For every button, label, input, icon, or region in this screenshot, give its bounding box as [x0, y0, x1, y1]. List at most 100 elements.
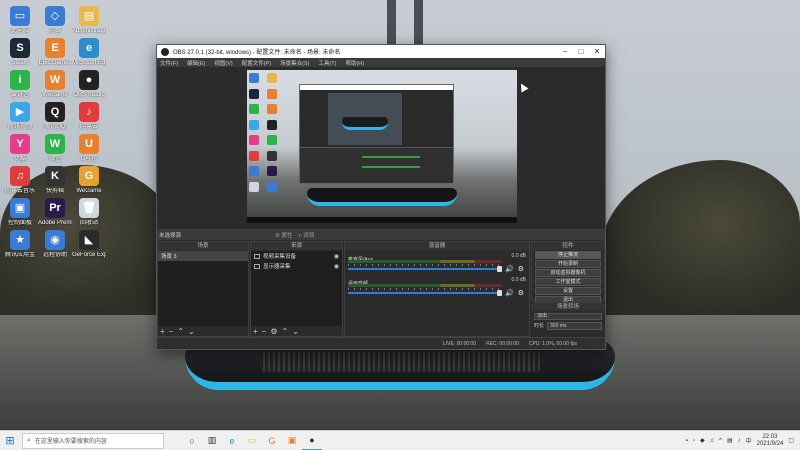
tray-app-icon[interactable]: ♫: [710, 438, 715, 444]
desktop-icon[interactable]: e Microsoft Edge: [72, 38, 106, 67]
preview-canvas[interactable]: [247, 70, 517, 223]
source-settings-icon[interactable]: ⚙: [270, 327, 277, 336]
desktop-icon[interactable]: W 微信: [38, 134, 72, 163]
start-virtual-camera-button[interactable]: 启动虚拟摄像机: [535, 269, 601, 277]
sources-list[interactable]: 视频采集设备 ◉ 显示器采集 ◉: [251, 251, 342, 326]
remove-source-icon[interactable]: −: [262, 327, 267, 336]
taskbar-edge-icon[interactable]: e: [222, 431, 242, 450]
menu-file[interactable]: 文件(F): [160, 59, 178, 67]
tray-app-icon[interactable]: ◆: [700, 437, 705, 444]
volume-fader[interactable]: [348, 292, 502, 294]
taskbar-explorer-icon[interactable]: ▥: [202, 431, 222, 450]
desktop-icon[interactable]: Q 腾讯QQ: [38, 102, 72, 131]
move-up-icon[interactable]: ⌃: [177, 327, 184, 336]
desktop-icon[interactable]: ▶ 腾讯视频: [3, 102, 37, 131]
desktop-icon[interactable]: ♪ 网易云: [72, 102, 106, 131]
controls-title: 控件: [532, 242, 604, 250]
source-item[interactable]: 显示器采集 ◉: [251, 261, 342, 271]
desktop-icon[interactable]: K 快剪辑: [38, 166, 72, 195]
source-item[interactable]: 视频采集设备 ◉: [251, 251, 342, 261]
speaker-icon[interactable]: 🔊: [505, 265, 514, 273]
menu-scene-collection[interactable]: 场景集合(S): [280, 59, 309, 67]
close-icon[interactable]: ✕: [589, 47, 605, 56]
desktop-icon[interactable]: 🗑 回收站: [72, 198, 106, 227]
desktop-icon-label: 微信: [48, 156, 61, 162]
volume-fader[interactable]: [348, 268, 502, 270]
fader-handle[interactable]: [497, 266, 502, 272]
move-down-icon[interactable]: ⌄: [292, 327, 299, 336]
visibility-icon[interactable]: ◉: [334, 263, 339, 270]
properties-button[interactable]: ⚙ 属性: [275, 231, 292, 239]
desktop-icon[interactable]: ◉ 远程协助: [38, 230, 72, 259]
transition-duration: 时长 300 ms: [534, 322, 602, 330]
tray-app-icon[interactable]: ▪: [686, 438, 688, 444]
menu-view[interactable]: 视图(V): [214, 59, 232, 67]
network-icon[interactable]: ▤: [727, 437, 733, 444]
remove-scene-icon[interactable]: −: [169, 327, 174, 336]
meter-scale: [348, 288, 502, 290]
desktop-icon[interactable]: ▭ 此电脑: [3, 6, 37, 35]
desktop-icon-label: 回收站: [79, 220, 98, 226]
gear-icon[interactable]: ⚙: [518, 265, 524, 273]
sources-title: 来源: [251, 242, 342, 250]
taskbar-wegame-icon[interactable]: G: [262, 431, 282, 450]
task-view-icon[interactable]: ○: [182, 431, 202, 450]
filters-button[interactable]: ◐ 滤镜: [298, 231, 314, 239]
obs-titlebar[interactable]: OBS 27.0.1 (32-bit, windows) - 配置文件: 未命名…: [157, 45, 605, 58]
desktop-icon[interactable]: U U号租: [72, 134, 106, 163]
start-recording-button[interactable]: 开始录制: [535, 260, 601, 268]
obs-preview[interactable]: [157, 67, 605, 225]
desktop-icon[interactable]: Y 优酷: [3, 134, 37, 163]
visibility-icon[interactable]: ◉: [334, 253, 339, 260]
desktop-icon[interactable]: ◣ GeForce Experience: [72, 230, 106, 259]
menu-tools[interactable]: 工具(T): [318, 59, 336, 67]
add-scene-icon[interactable]: +: [160, 327, 165, 336]
obs-window[interactable]: OBS 27.0.1 (32-bit, windows) - 配置文件: 未命名…: [156, 44, 606, 350]
desktop-icon[interactable]: ♫ 网易云音乐: [3, 166, 37, 195]
input-method-icon[interactable]: 中: [746, 436, 752, 445]
desktop-icon[interactable]: ● OBS Studio: [72, 70, 106, 99]
windows-start-icon[interactable]: ⊞: [0, 434, 20, 447]
taskbar-folder-icon[interactable]: ▭: [242, 431, 262, 450]
speaker-icon[interactable]: 🔊: [505, 289, 514, 297]
tray-app-icon[interactable]: ▫: [693, 438, 695, 444]
desktop-icon[interactable]: ▤ Administrator: [72, 6, 106, 35]
settings-button[interactable]: 设置: [535, 287, 601, 295]
desktop-icon-label: 快剪辑: [45, 188, 64, 194]
gear-icon[interactable]: ⚙: [518, 289, 524, 297]
menu-edit[interactable]: 编辑(E): [187, 59, 205, 67]
source-toolbar: 未选择源 ⚙ 属性 ◐ 滤镜: [157, 229, 605, 240]
desktop-icon[interactable]: i 爱奇艺: [3, 70, 37, 99]
desktop-app-icon: Q: [45, 102, 65, 122]
stop-streaming-button[interactable]: 停止推流: [535, 251, 601, 259]
move-down-icon[interactable]: ⌄: [188, 327, 195, 336]
move-up-icon[interactable]: ⌃: [282, 327, 289, 336]
transition-select[interactable]: 淡出: [534, 313, 602, 320]
maximize-icon[interactable]: □: [573, 47, 589, 56]
menu-profile[interactable]: 配置文件(P): [242, 59, 271, 67]
search-box[interactable]: ⌕ 在这里输入你要搜索的内容: [22, 432, 164, 449]
scenes-list[interactable]: 场景 3: [158, 251, 248, 326]
desktop-icon[interactable]: S Steam: [3, 38, 37, 67]
desktop-icon[interactable]: ▣ 控制面板: [3, 198, 37, 227]
scene-item[interactable]: 场景 3: [158, 251, 248, 261]
desktop-icon[interactable]: ◇ 网络: [38, 6, 72, 35]
monitor-icon: [254, 263, 260, 269]
minimize-icon[interactable]: –: [557, 47, 573, 56]
volume-icon[interactable]: ♪: [738, 438, 741, 444]
studio-mode-button[interactable]: 工作室模式: [535, 278, 601, 286]
taskbar-epic-icon[interactable]: ▣: [282, 431, 302, 450]
duration-input[interactable]: 300 ms: [547, 322, 602, 330]
taskbar-obs-icon[interactable]: ●: [302, 431, 322, 450]
notification-icon[interactable]: ▢: [788, 437, 794, 444]
desktop-icon[interactable]: ★ 腾讯应用宝: [3, 230, 37, 259]
tray-chevron-icon[interactable]: ^: [719, 438, 722, 444]
fader-handle[interactable]: [497, 290, 502, 296]
desktop-icon[interactable]: G WeGame: [72, 166, 106, 195]
desktop-icon[interactable]: Pr Adobe Premie...: [38, 198, 72, 227]
add-source-icon[interactable]: +: [253, 327, 258, 336]
menu-help[interactable]: 帮助(H): [345, 59, 364, 67]
desktop-icon[interactable]: W WeGame: [38, 70, 72, 99]
clock[interactable]: 22:03 2021/9/24: [757, 434, 784, 448]
desktop-icon[interactable]: E Epic Games: [38, 38, 72, 67]
